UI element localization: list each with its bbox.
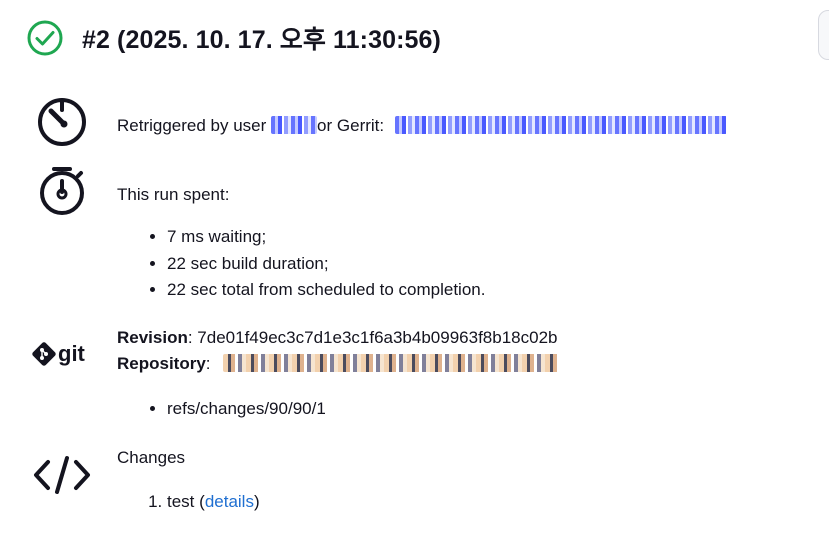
changes-heading: Changes <box>117 448 186 467</box>
redacted-username <box>271 116 318 134</box>
cause-section: Retriggered by user or Gerrit: <box>0 92 829 152</box>
refs-list: refs/changes/90/90/1 <box>117 396 326 423</box>
git-logo-text: git <box>58 341 86 366</box>
code-icon <box>33 455 91 500</box>
timing-heading: This run spent: <box>117 185 230 204</box>
timer-icon <box>36 94 88 153</box>
repository-line: Repository: <box>117 354 560 374</box>
changes-list: test (details) <box>117 489 260 516</box>
details-link[interactable]: details <box>205 492 254 511</box>
scm-section: git Revision: 7de01f49ec3c7d1e3c1f6a3b4b… <box>0 325 829 425</box>
build-header: #2 (2025. 10. 17. 오후 11:30:56) <box>26 18 441 58</box>
list-item: 7 ms waiting; <box>167 224 485 251</box>
git-logo-icon: git <box>32 339 94 374</box>
side-panel-edge <box>818 10 829 60</box>
list-item: refs/changes/90/90/1 <box>167 396 326 423</box>
check-circle-icon <box>26 19 64 57</box>
list-item: 22 sec total from scheduled to completio… <box>167 277 485 304</box>
list-item: 22 sec build duration; <box>167 251 485 278</box>
list-item: test (details) <box>167 489 260 516</box>
revision-line: Revision: 7de01f49ec3c7d1e3c1f6a3b4b0996… <box>117 328 558 347</box>
timing-section: This run spent: 7 ms waiting; 22 sec bui… <box>0 165 829 305</box>
timing-list: 7 ms waiting; 22 sec build duration; 22 … <box>117 224 485 304</box>
stopwatch-icon <box>36 165 88 224</box>
page-title: #2 (2025. 10. 17. 오후 11:30:56) <box>82 26 441 54</box>
redacted-gerrit-link[interactable] <box>394 116 727 134</box>
changes-section: Changes test (details) <box>0 445 829 525</box>
cause-text: Retriggered by user or Gerrit: <box>117 116 727 136</box>
redacted-repository-url <box>223 354 560 372</box>
